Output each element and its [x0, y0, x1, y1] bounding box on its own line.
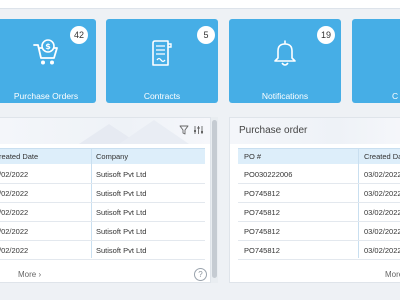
purchase-orders-label: Purchase Orders [13, 91, 79, 101]
created-date-cell: 03/02/2022 [364, 189, 400, 198]
partial-tile[interactable]: C [352, 19, 400, 103]
table-row[interactable]: PO745812 03/02/2022 [238, 222, 400, 241]
table-row[interactable]: PO745812 03/02/2022 [238, 241, 400, 260]
column-header-created-date[interactable]: Created Date [364, 152, 400, 161]
table-row[interactable]: /02/2022 Sutisoft Pvt Ltd [0, 165, 205, 184]
column-header-po-number[interactable]: PO # [244, 152, 261, 161]
contracts-tile[interactable]: 5 Contracts [106, 19, 218, 103]
created-date-cell: 03/02/2022 [364, 170, 400, 179]
right-more-link[interactable]: More [385, 270, 400, 279]
table-row[interactable]: PO745812 03/02/2022 [238, 184, 400, 203]
po-number-cell: PO745812 [244, 208, 280, 217]
created-date-cell: 03/02/2022 [364, 246, 400, 255]
panel-title: Purchase order [239, 125, 308, 136]
scrollbar-thumb[interactable] [212, 120, 217, 278]
contracts-count-badge: 5 [197, 26, 215, 44]
po-number-cell: PO745812 [244, 227, 280, 236]
company-cell: Sutisoft Pvt Ltd [96, 246, 147, 255]
left-panel-header [0, 118, 210, 144]
help-icon[interactable]: ? [194, 268, 207, 281]
notifications-tile[interactable]: 19 Notifications [229, 19, 341, 103]
contracts-label: Contracts [143, 91, 181, 101]
created-date-cell: /02/2022 [0, 170, 29, 179]
column-header-company[interactable]: Company [96, 152, 128, 161]
chevron-right-icon: › [38, 270, 42, 279]
notifications-label: Notifications [261, 91, 309, 101]
table-row[interactable]: /02/2022 Sutisoft Pvt Ltd [0, 184, 205, 203]
company-cell: Sutisoft Pvt Ltd [96, 189, 147, 198]
left-table-header: reated Date Company [0, 148, 205, 164]
company-cell: Sutisoft Pvt Ltd [96, 208, 147, 217]
purchase-order-table-header: PO # Created Date [238, 148, 400, 164]
po-number-cell: PO745812 [244, 189, 280, 198]
created-date-cell: /02/2022 [0, 189, 29, 198]
more-label: More [18, 270, 37, 279]
partial-tile-label: C [392, 91, 399, 101]
created-date-cell: /02/2022 [0, 227, 29, 236]
table-row[interactable]: /02/2022 Sutisoft Pvt Ltd [0, 241, 205, 260]
svg-text:$: $ [45, 42, 51, 51]
purchase-order-panel-header: Purchase order [230, 118, 400, 144]
po-number-cell: PO745812 [244, 246, 280, 255]
left-table-panel: reated Date Company /02/2022 Sutisoft Pv… [0, 117, 211, 283]
created-date-cell: 03/02/2022 [364, 208, 400, 217]
created-date-cell: /02/2022 [0, 246, 29, 255]
table-row[interactable]: PO745812 03/02/2022 [238, 203, 400, 222]
table-row[interactable]: /02/2022 Sutisoft Pvt Ltd [0, 222, 205, 241]
contract-document-icon [152, 40, 172, 66]
top-bar [0, 0, 400, 9]
purchase-orders-tile[interactable]: $ 42 Purchase Orders [0, 19, 96, 103]
filter-icon[interactable] [179, 125, 189, 135]
table-row[interactable]: /02/2022 Sutisoft Pvt Ltd [0, 203, 205, 222]
po-number-cell: PO030222006 [244, 170, 293, 179]
table-row[interactable]: PO030222006 03/02/2022 [238, 165, 400, 184]
cart-dollar-icon: $ [33, 39, 58, 65]
sort-settings-icon[interactable] [193, 125, 204, 135]
purchase-order-panel: Purchase order PO # Created Date PO03022… [229, 117, 400, 283]
company-cell: Sutisoft Pvt Ltd [96, 227, 147, 236]
bell-icon [274, 40, 296, 66]
notifications-count-badge: 19 [317, 26, 335, 44]
purchase-orders-count-badge: 42 [70, 26, 88, 44]
column-header-created-date[interactable]: reated Date [0, 152, 38, 161]
company-cell: Sutisoft Pvt Ltd [96, 170, 147, 179]
created-date-cell: /02/2022 [0, 208, 29, 217]
left-more-link[interactable]: More › [18, 270, 41, 279]
created-date-cell: 03/02/2022 [364, 227, 400, 236]
